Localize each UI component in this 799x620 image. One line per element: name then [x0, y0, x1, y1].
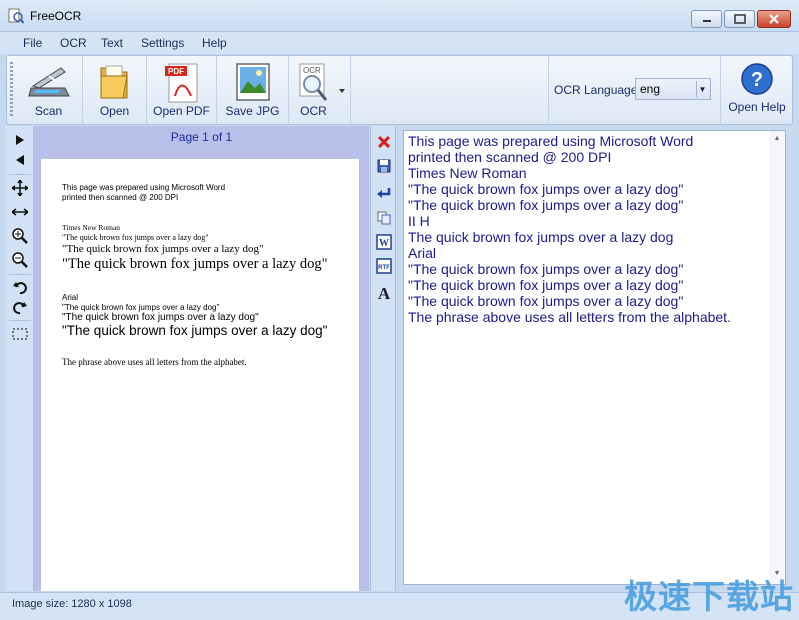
- main-area: Page 1 of 1 This page was prepared using…: [6, 126, 793, 591]
- ocr-text-line: "The quick brown fox jumps over a lazy d…: [408, 181, 684, 197]
- open-help-button[interactable]: ? Open Help: [721, 56, 793, 124]
- rotate-left-icon[interactable]: [10, 278, 30, 298]
- ocr-text-line: "The quick brown fox jumps over a lazy d…: [408, 197, 684, 213]
- save-jpg-button[interactable]: Save JPG: [217, 56, 289, 124]
- chevron-down-icon[interactable]: ▼: [696, 81, 708, 97]
- divider: [9, 274, 31, 275]
- copy-icon[interactable]: [374, 208, 394, 228]
- menu-settings[interactable]: Settings: [141, 36, 184, 50]
- next-page-icon[interactable]: [10, 130, 30, 150]
- open-pdf-button[interactable]: PDF Open PDF: [147, 56, 217, 124]
- preview-line: printed then scanned @ 200 DPI: [62, 193, 179, 202]
- ocr-text-line: This page was prepared using Microsoft W…: [408, 133, 694, 149]
- move-icon[interactable]: [10, 178, 30, 198]
- enter-return-icon[interactable]: [374, 184, 394, 204]
- scroll-up-icon[interactable]: ▲: [772, 135, 782, 145]
- freeocr-app-icon: [8, 8, 24, 24]
- text-tools-strip: W RTF A: [370, 126, 396, 591]
- maximize-icon: [733, 14, 746, 24]
- scanned-page-image[interactable]: This page was prepared using Microsoft W…: [41, 159, 359, 591]
- ocr-language-select[interactable]: eng ▼: [635, 78, 711, 100]
- toolbar: Scan Open PDF Open PDF Save JPG OCR OCR …: [6, 55, 793, 125]
- ocr-text-line: Times New Roman: [408, 165, 527, 181]
- ocr-label: OCR: [300, 104, 327, 118]
- site-watermark: 极速下载站: [624, 577, 794, 616]
- open-button[interactable]: Open: [83, 56, 147, 124]
- word-document-icon[interactable]: W: [374, 232, 394, 252]
- svg-text:?: ?: [751, 69, 763, 91]
- ocr-language-value: eng: [640, 82, 661, 96]
- rtf-document-icon[interactable]: RTF: [374, 256, 394, 276]
- menu-help[interactable]: Help: [202, 36, 227, 50]
- ocr-language-group: OCR Language: eng ▼: [548, 56, 721, 124]
- ocr-text-line: "The quick brown fox jumps over a lazy d…: [408, 293, 684, 309]
- minimize-icon: [702, 20, 711, 22]
- select-region-icon[interactable]: [10, 324, 30, 344]
- menu-bar: File OCR Text Settings Help: [0, 32, 799, 54]
- clear-text-icon[interactable]: [374, 132, 394, 152]
- help-question-icon: ?: [741, 63, 773, 95]
- svg-text:W: W: [379, 238, 389, 249]
- scan-button[interactable]: Scan: [15, 56, 83, 124]
- svg-text:RTF: RTF: [378, 265, 390, 271]
- zoom-out-icon[interactable]: [10, 250, 30, 270]
- fit-width-icon[interactable]: [10, 202, 30, 222]
- ocr-text-line: "The quick brown fox jumps over a lazy d…: [408, 261, 684, 277]
- font-icon[interactable]: A: [374, 284, 394, 304]
- ocr-dropdown-chevron-icon[interactable]: [339, 89, 345, 93]
- preview-line: "The quick brown fox jumps over a lazy d…: [62, 233, 209, 242]
- divider: [9, 174, 31, 175]
- ocr-button[interactable]: OCR OCR: [289, 56, 351, 124]
- toolbar-grip[interactable]: [10, 62, 13, 118]
- ocr-text-line: Arial: [408, 245, 437, 261]
- image-preview-panel: Page 1 of 1 This page was prepared using…: [34, 126, 369, 591]
- save-disk-icon[interactable]: [374, 156, 394, 176]
- maximize-button[interactable]: [724, 10, 755, 28]
- menu-file[interactable]: File: [23, 36, 42, 50]
- close-button[interactable]: [757, 10, 791, 28]
- ocr-magnifier-icon: OCR: [299, 63, 328, 101]
- scan-label: Scan: [34, 104, 63, 118]
- zoom-in-icon[interactable]: [10, 226, 30, 246]
- ocr-text-line: "The quick brown fox jumps over a lazy d…: [408, 277, 684, 293]
- close-icon: [769, 14, 779, 24]
- ocr-text-line: II H: [408, 213, 430, 229]
- preview-line: "The quick brown fox jumps over a lazy d…: [62, 243, 264, 255]
- preview-line: The phrase above uses all letters from t…: [62, 357, 247, 367]
- ocr-language-label: OCR Language:: [554, 83, 641, 97]
- preview-line: "The quick brown fox jumps over a lazy d…: [62, 256, 328, 272]
- preview-line: "The quick brown fox jumps over a lazy d…: [62, 323, 328, 338]
- open-help-label: Open Help: [728, 100, 786, 114]
- page-counter: Page 1 of 1: [170, 130, 233, 144]
- open-label: Open: [99, 104, 130, 118]
- vertical-scrollbar[interactable]: ▲ ▼: [769, 131, 785, 584]
- ocr-text-line: The phrase above uses all letters from t…: [408, 309, 731, 325]
- preview-line: Times New Roman: [62, 223, 121, 232]
- folder-icon: [100, 65, 128, 99]
- image-picture-icon: [235, 63, 270, 101]
- menu-ocr[interactable]: OCR: [60, 36, 87, 50]
- preview-line: This page was prepared using Microsoft W…: [62, 183, 226, 192]
- save-jpg-label: Save JPG: [225, 104, 280, 118]
- title-bar: FreeOCR: [0, 0, 799, 32]
- image-size-status: Image size: 1280 x 1098: [12, 598, 132, 610]
- preview-line: "The quick brown fox jumps over a lazy d…: [62, 303, 220, 312]
- image-tools-strip: [6, 126, 34, 591]
- scanner-icon: [27, 67, 70, 97]
- divider: [9, 320, 31, 321]
- ocr-text-line: The quick brown fox jumps over a lazy do…: [408, 229, 674, 245]
- ocr-text-line: printed then scanned @ 200 DPI: [408, 149, 612, 165]
- pdf-file-icon: PDF: [164, 63, 197, 103]
- rotate-right-icon[interactable]: [10, 298, 30, 318]
- ocr-badge-text: OCR: [303, 66, 321, 75]
- preview-line: Arial: [62, 293, 79, 302]
- menu-text[interactable]: Text: [101, 36, 123, 50]
- preview-line: "The quick brown fox jumps over a lazy d…: [62, 312, 259, 323]
- previous-page-icon[interactable]: [10, 150, 30, 170]
- pdf-badge-text: PDF: [168, 67, 184, 76]
- window-title: FreeOCR: [30, 9, 82, 23]
- minimize-button[interactable]: [691, 10, 722, 28]
- ocr-text-area[interactable]: This page was prepared using Microsoft W…: [403, 130, 786, 585]
- open-pdf-label: Open PDF: [153, 104, 210, 118]
